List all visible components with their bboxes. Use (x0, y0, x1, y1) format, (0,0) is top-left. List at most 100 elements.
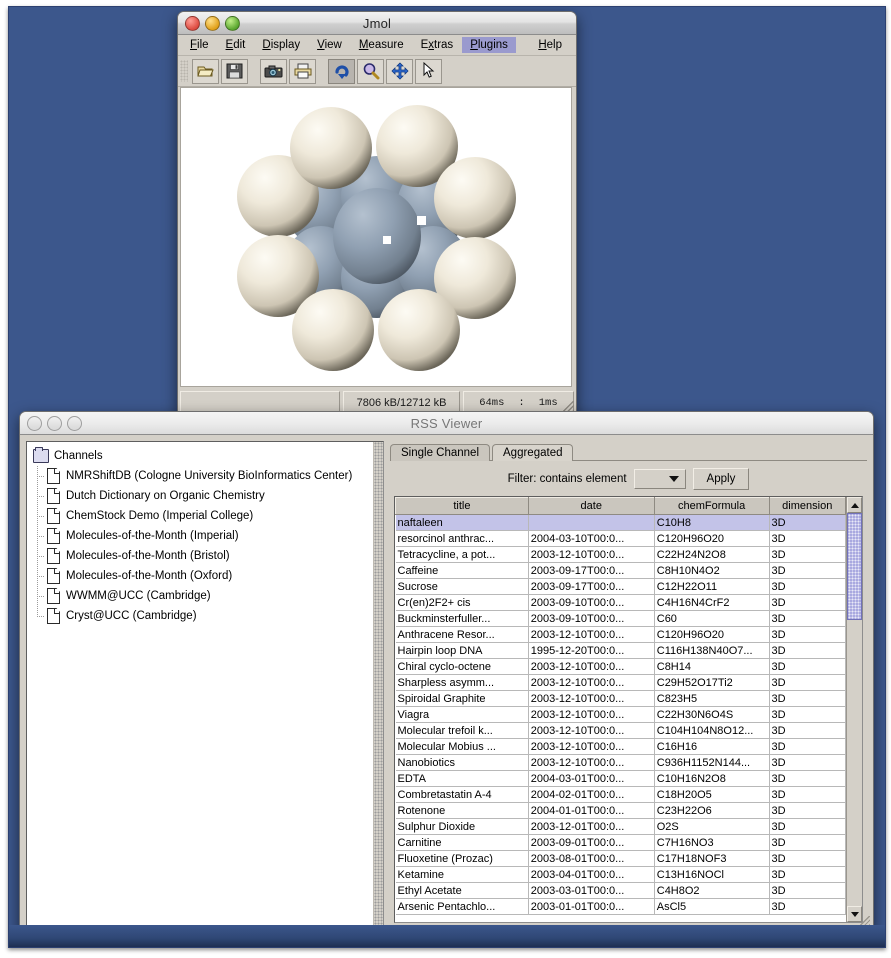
menu-file[interactable]: FFileile (182, 37, 217, 53)
table-row[interactable]: Sharpless asymm...2003-12-10T00:0...C29H… (396, 675, 846, 691)
tree-item-wwmm-ucc[interactable]: WWMM@UCC (Cambridge) (33, 586, 381, 606)
rss-tab-strip[interactable]: Single Channel Aggregated (390, 441, 867, 461)
cell-date: 2004-03-01T00:0... (528, 771, 654, 787)
table-row[interactable]: EDTA2004-03-01T00:0...C10H16N2O83D (396, 771, 846, 787)
column-header-chemformula[interactable]: chemFormula (654, 498, 769, 515)
translate-button[interactable] (386, 59, 413, 84)
screenshot-button[interactable] (260, 59, 287, 84)
tab-aggregated[interactable]: Aggregated (492, 444, 573, 461)
scroll-thumb[interactable] (847, 513, 862, 620)
table-row[interactable]: Ethyl Acetate2003-03-01T00:0...C4H8O23D (396, 883, 846, 899)
table-row[interactable]: Rotenone2004-01-01T00:0...C23H22O63D (396, 803, 846, 819)
apply-button[interactable]: Apply (693, 468, 750, 490)
table-row[interactable]: Combretastatin A-42004-02-01T00:0...C18H… (396, 787, 846, 803)
minimize-button[interactable] (47, 416, 62, 431)
zoom-window-button[interactable] (67, 416, 82, 431)
close-button[interactable] (27, 416, 42, 431)
channels-tree-panel[interactable]: Channels NMRShiftDB (Cologne University … (26, 441, 384, 927)
table-row[interactable]: Viagra2003-12-10T00:0...C22H30N6O4S3D (396, 707, 846, 723)
table-row[interactable]: Fluoxetine (Prozac)2003-08-01T00:0...C17… (396, 851, 846, 867)
open-file-button[interactable] (192, 59, 219, 84)
cell-chemformula: C22H30N6O4S (654, 707, 769, 723)
rotate-button[interactable] (328, 59, 355, 84)
pick-button[interactable] (415, 59, 442, 84)
jmol-render-canvas[interactable] (180, 87, 572, 387)
table-row[interactable]: Molecular trefoil k...2003-12-10T00:0...… (396, 723, 846, 739)
cell-title: Molecular Mobius ... (396, 739, 529, 755)
scroll-track[interactable] (847, 513, 862, 906)
menu-view[interactable]: View (309, 37, 350, 53)
menu-edit[interactable]: Edit (218, 37, 254, 53)
menu-plugins[interactable]: Plugins (462, 37, 516, 53)
table-row[interactable]: Hairpin loop DNA1995-12-20T00:0...C116H1… (396, 643, 846, 659)
cell-chemformula: C29H52O17Ti2 (654, 675, 769, 691)
table-row[interactable]: naftaleenC10H83D (396, 515, 846, 531)
jmol-toolbar[interactable] (178, 56, 576, 87)
scroll-up-button[interactable] (847, 497, 862, 513)
channels-tree[interactable]: Channels NMRShiftDB (Cologne University … (27, 442, 383, 628)
menu-display[interactable]: Display (254, 37, 308, 53)
table-row[interactable]: Buckminsterfuller...2003-09-10T00:0...C6… (396, 611, 846, 627)
tree-item-cryst-ucc[interactable]: Cryst@UCC (Cambridge) (33, 606, 381, 626)
table-row[interactable]: Sulphur Dioxide2003-12-01T00:0...O2S3D (396, 819, 846, 835)
cell-dimension: 3D (769, 659, 846, 675)
cell-date: 2003-08-01T00:0... (528, 851, 654, 867)
table-row[interactable]: Ketamine2003-04-01T00:0...C13H16NOCl3D (396, 867, 846, 883)
save-file-button[interactable] (221, 59, 248, 84)
tree-item-motm-bristol[interactable]: Molecules-of-the-Month (Bristol) (33, 546, 381, 566)
column-header-title[interactable]: title (396, 498, 529, 515)
cell-dimension: 3D (769, 819, 846, 835)
zoom-button[interactable] (357, 59, 384, 84)
cell-title: Ethyl Acetate (396, 883, 529, 899)
table-row[interactable]: Molecular Mobius ...2003-12-10T00:0...C1… (396, 739, 846, 755)
print-button[interactable] (289, 59, 316, 84)
tree-item-dutch-dictionary[interactable]: Dutch Dictionary on Organic Chemistry (33, 486, 381, 506)
table-vertical-scrollbar[interactable] (846, 497, 862, 922)
tab-single-channel[interactable]: Single Channel (390, 444, 490, 461)
jmol-window[interactable]: Jmol FFileile Edit Display View Measure … (177, 11, 577, 417)
table-row[interactable]: Spiroidal Graphite2003-12-10T00:0...C823… (396, 691, 846, 707)
desktop-background: Jmol FFileile Edit Display View Measure … (8, 6, 886, 948)
cell-date: 2003-12-10T00:0... (528, 707, 654, 723)
menu-extras[interactable]: Extras (413, 37, 462, 53)
tree-item-motm-imperial[interactable]: Molecules-of-the-Month (Imperial) (33, 526, 381, 546)
table-row[interactable]: Caffeine2003-09-17T00:0...C8H10N4O23D (396, 563, 846, 579)
entries-table-body[interactable]: naftaleenC10H83Dresorcinol anthrac...200… (396, 515, 846, 915)
column-header-date[interactable]: date (528, 498, 654, 515)
column-header-dimension[interactable]: dimension (769, 498, 846, 515)
cell-title: Cr(en)2F2+ cis (396, 595, 529, 611)
table-row[interactable]: Tetracycline, a pot...2003-12-10T00:0...… (396, 547, 846, 563)
filter-element-dropdown[interactable] (634, 469, 686, 489)
jmol-titlebar[interactable]: Jmol (178, 12, 576, 35)
cell-date: 2003-12-01T00:0... (528, 819, 654, 835)
close-button[interactable] (185, 16, 200, 31)
rss-viewer-window[interactable]: RSS Viewer Channels NMRShiftDB (Cologne … (19, 411, 874, 933)
menu-help[interactable]: Help (530, 37, 570, 53)
table-row[interactable]: resorcinol anthrac...2004-03-10T00:0...C… (396, 531, 846, 547)
tree-item-motm-oxford[interactable]: Molecules-of-the-Month (Oxford) (33, 566, 381, 586)
table-row[interactable]: Carnitine2003-09-01T00:0...C7H16NO33D (396, 835, 846, 851)
entries-table[interactable]: title date chemFormula dimension naftale… (395, 497, 846, 915)
table-row[interactable]: Cr(en)2F2+ cis2003-09-10T00:0...C4H16N4C… (396, 595, 846, 611)
tree-item-chemstock-demo[interactable]: ChemStock Demo (Imperial College) (33, 506, 381, 526)
rss-titlebar[interactable]: RSS Viewer (20, 412, 873, 435)
jmol-menubar[interactable]: FFileile Edit Display View Measure Extra… (178, 35, 576, 56)
tree-vertical-scrollbar[interactable] (373, 442, 383, 926)
cell-title: Sucrose (396, 579, 529, 595)
table-row[interactable]: Chiral cyclo-octene2003-12-10T00:0...C8H… (396, 659, 846, 675)
table-row[interactable]: Nanobiotics2003-12-10T00:0...C936H1152N1… (396, 755, 846, 771)
cell-dimension: 3D (769, 755, 846, 771)
tree-root-channels[interactable]: Channels (33, 446, 381, 466)
toolbar-grip[interactable] (180, 60, 188, 82)
menu-measure[interactable]: Measure (351, 37, 412, 53)
table-row[interactable]: Arsenic Pentachlo...2003-01-01T00:0...As… (396, 899, 846, 915)
cell-chemformula: C12H22O11 (654, 579, 769, 595)
minimize-button[interactable] (205, 16, 220, 31)
table-row[interactable]: Sucrose2003-09-17T00:0...C12H22O113D (396, 579, 846, 595)
table-row[interactable]: Anthracene Resor...2003-12-10T00:0...C12… (396, 627, 846, 643)
jmol-window-controls[interactable] (185, 16, 240, 31)
tree-item-nmrshiftdb[interactable]: NMRShiftDB (Cologne University BioInform… (33, 466, 381, 486)
rss-window-controls[interactable] (27, 416, 82, 431)
rss-resize-handle[interactable] (857, 916, 870, 929)
zoom-window-button[interactable] (225, 16, 240, 31)
